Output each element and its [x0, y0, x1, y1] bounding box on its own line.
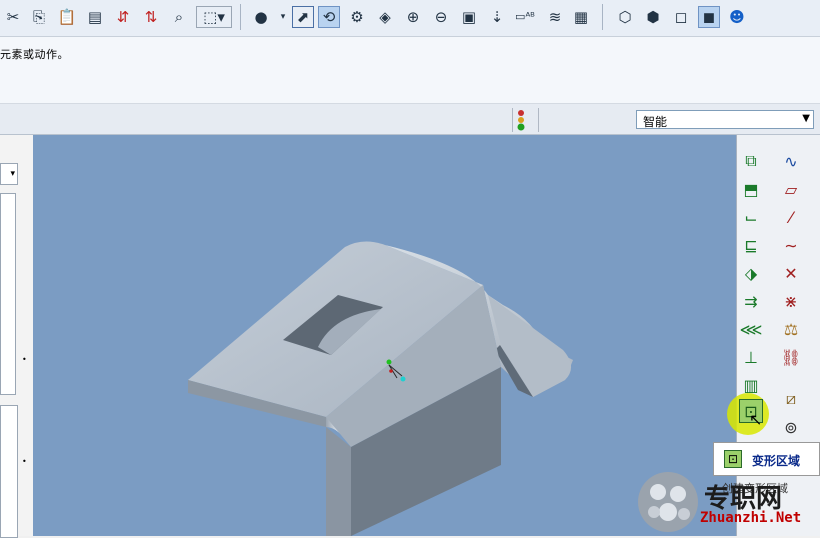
datum-point-icon[interactable]: ∼	[779, 233, 803, 257]
coordinate-system-icon[interactable]: ✕	[779, 261, 803, 285]
paste-icon[interactable]: 📋	[56, 6, 78, 28]
graphics-viewport[interactable]	[33, 135, 736, 536]
selection-filter-select[interactable]: 智能 ▼	[636, 110, 814, 129]
shading-icon[interactable]: ●	[250, 6, 272, 28]
csys-origin-marker	[389, 369, 393, 373]
shaded-icon[interactable]: ◼	[698, 6, 720, 28]
annotation-icon[interactable]: ▭ᴬᴮ	[514, 6, 536, 28]
model-wall-edge	[326, 427, 351, 536]
dropdown-arrow-icon[interactable]: ▾	[272, 6, 294, 28]
regenerate-manager-icon[interactable]: ⇅	[140, 6, 162, 28]
status-divider	[538, 108, 539, 132]
zoom-in-icon[interactable]: ⊕	[402, 6, 424, 28]
mouse-cursor-icon: ↖	[749, 410, 763, 429]
watermark-url: Zhuanzhi.Net	[700, 510, 802, 526]
chevron-down-icon: ▼	[802, 113, 810, 124]
message-area	[0, 37, 820, 104]
tooltip-warp-icon: ⊡	[724, 450, 742, 468]
datum-display-icon[interactable]: ⚙	[346, 6, 368, 28]
hidden-line-icon[interactable]: ⬢	[642, 6, 664, 28]
refit-icon[interactable]: ▣	[458, 6, 480, 28]
model-tree-area[interactable]	[0, 193, 16, 395]
find-icon[interactable]: ⌕	[168, 6, 190, 28]
hole-icon[interactable]: ⚖	[779, 317, 803, 341]
copy-icon[interactable]: ⎘	[28, 6, 50, 28]
repaint-icon[interactable]: ⬈	[292, 6, 314, 28]
mirror-icon[interactable]: ⧄	[779, 387, 803, 411]
sash-handle-icon[interactable]: •	[22, 457, 27, 466]
round-icon[interactable]: ⛓	[779, 345, 803, 369]
datum-curve-icon[interactable]: ⁄	[779, 205, 803, 229]
sweep-icon[interactable]: ⊑	[739, 233, 763, 257]
toolbar-separator	[602, 4, 603, 30]
csys-y-marker	[386, 359, 392, 365]
cut-icon[interactable]: ✂	[2, 6, 24, 28]
traffic-light-icon	[517, 110, 525, 131]
analysis-icon[interactable]: ⋇	[779, 289, 803, 313]
navigator-dropdown[interactable]: ▾	[0, 163, 18, 185]
folder-browser-area[interactable]	[0, 405, 18, 538]
shell-icon[interactable]: ⊥	[739, 345, 763, 369]
selection-filter-value: 智能	[643, 115, 668, 129]
blend-icon[interactable]: ⬗	[739, 261, 763, 285]
csys-x-marker	[400, 376, 406, 382]
spin-center-icon[interactable]: ⟲	[318, 6, 340, 28]
view-manager-icon[interactable]: ⇣	[486, 6, 508, 28]
toolbar-separator	[240, 4, 241, 30]
saved-views-icon[interactable]: ▦	[570, 6, 592, 28]
sketch-icon[interactable]: ∿	[779, 149, 803, 173]
navigator-panel: ▾ • •	[0, 135, 34, 538]
no-hidden-icon[interactable]: ◻	[670, 6, 692, 28]
revolve-icon[interactable]: ⌙	[739, 205, 763, 229]
draft-icon[interactable]: ⋘	[739, 317, 763, 341]
message-text: 元素或动作。	[0, 48, 69, 61]
watermark-logo-icon	[638, 472, 698, 532]
layers-icon[interactable]: ≋	[544, 6, 566, 28]
datum-axis-icon[interactable]: ▱	[779, 177, 803, 201]
orient-icon[interactable]: ◈	[374, 6, 396, 28]
rib-icon[interactable]: ⇉	[739, 289, 763, 313]
sash-handle-icon[interactable]: •	[22, 355, 27, 364]
regenerate-icon[interactable]: ⇵	[112, 6, 134, 28]
select-box-icon[interactable]: ⬚▾	[196, 6, 232, 28]
main-toolbar: ✂ ⎘ 📋 ▤ ⇵ ⇅ ⌕ ⬚▾ ● ▾ ⬈ ⟲ ⚙ ◈ ⊕ ⊖ ▣ ⇣ ▭ᴬᴮ…	[0, 0, 820, 37]
model-tree-icon[interactable]: ☻	[726, 6, 748, 28]
model-3d-render	[188, 241, 573, 536]
wireframe-icon[interactable]: ⬡	[614, 6, 636, 28]
pattern-icon[interactable]: ⊚	[779, 415, 803, 439]
status-divider	[512, 108, 513, 132]
datum-plane-icon[interactable]: ⧉	[739, 149, 763, 173]
extrude-icon[interactable]: ⬒	[739, 177, 763, 201]
paste-special-icon[interactable]: ▤	[84, 6, 106, 28]
tooltip-title: 变形区域	[752, 454, 801, 468]
zoom-out-icon[interactable]: ⊖	[430, 6, 452, 28]
